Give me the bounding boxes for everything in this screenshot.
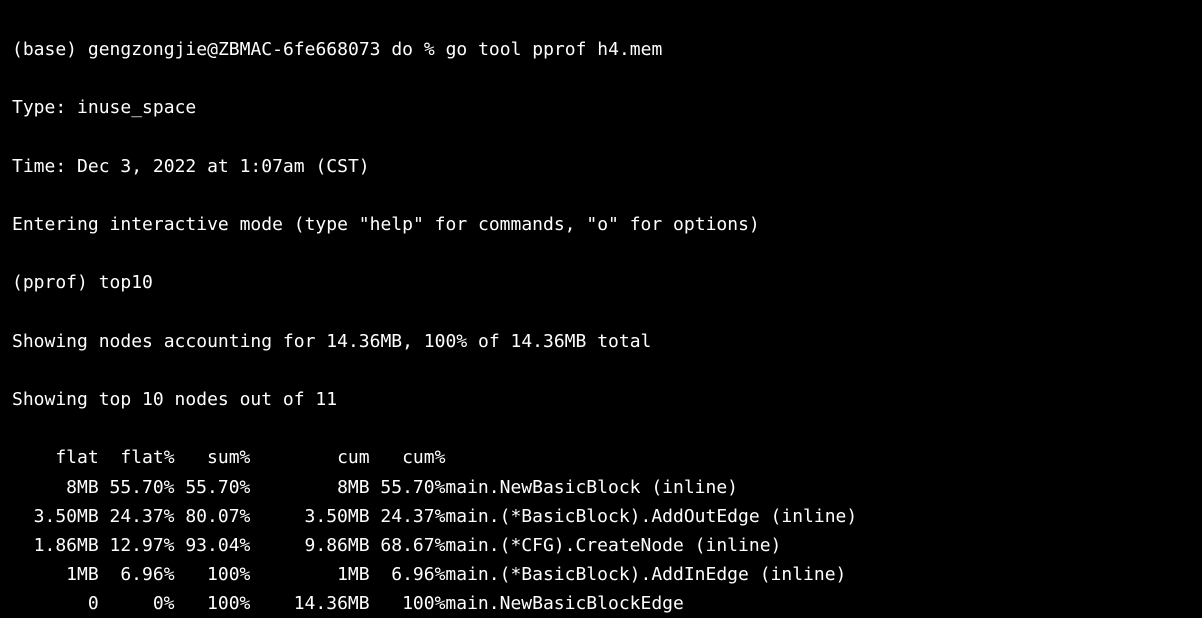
cell-sump: 100% bbox=[175, 560, 251, 589]
cell-cump: 100% bbox=[370, 589, 446, 618]
cell-func: main.NewBasicBlock (inline) bbox=[445, 473, 857, 502]
cell-func: main.NewBasicBlockEdge bbox=[445, 589, 857, 618]
shell-command: go tool pprof h4.mem bbox=[446, 39, 663, 60]
cell-cump: 68.67% bbox=[370, 531, 446, 560]
table-row: 3.50MB24.37%80.07%3.50MB24.37%main.(*Bas… bbox=[12, 502, 857, 531]
prompt-cwd: do bbox=[391, 39, 413, 60]
cell-cum: 9.86MB bbox=[250, 531, 369, 560]
pprof-type-value: inuse_space bbox=[77, 97, 196, 118]
cell-flatp: 55.70% bbox=[99, 473, 175, 502]
cell-sump: 100% bbox=[175, 589, 251, 618]
cell-cum: 14.36MB bbox=[250, 589, 369, 618]
pprof-time-line: Time: Dec 3, 2022 at 1:07am (CST) bbox=[12, 152, 1190, 181]
cell-flat: 1MB bbox=[12, 560, 99, 589]
table-header-row: flat flat% sum% cum cum% bbox=[12, 443, 857, 472]
cell-sump: 80.07% bbox=[175, 502, 251, 531]
shell-prompt-line: (base) gengzongjie@ZBMAC-6fe668073 do % … bbox=[12, 35, 1190, 64]
cell-flatp: 6.96% bbox=[99, 560, 175, 589]
cell-sump: 55.70% bbox=[175, 473, 251, 502]
cell-func: main.(*CFG).CreateNode (inline) bbox=[445, 531, 857, 560]
cell-sump: 93.04% bbox=[175, 531, 251, 560]
cell-cum: 1MB bbox=[250, 560, 369, 589]
cell-flatp: 12.97% bbox=[99, 531, 175, 560]
cell-func: main.(*BasicBlock).AddOutEdge (inline) bbox=[445, 502, 857, 531]
cell-cum: 3.50MB bbox=[250, 502, 369, 531]
table-row: 00%100%14.36MB100%main.NewBasicBlockEdge bbox=[12, 589, 857, 618]
prompt-env: (base) bbox=[12, 39, 77, 60]
pprof-showing-nodes: Showing nodes accounting for 14.36MB, 10… bbox=[12, 327, 1190, 356]
col-cum: cum bbox=[250, 443, 369, 472]
col-cump: cum% bbox=[370, 443, 446, 472]
prompt-symbol: % bbox=[424, 39, 435, 60]
pprof-command: top10 bbox=[99, 272, 153, 293]
table-row: 8MB55.70%55.70%8MB55.70%main.NewBasicBlo… bbox=[12, 473, 857, 502]
col-flatp: flat% bbox=[99, 443, 175, 472]
pprof-prompt: (pprof) bbox=[12, 272, 88, 293]
cell-flat: 1.86MB bbox=[12, 531, 99, 560]
col-flat: flat bbox=[12, 443, 99, 472]
cell-cump: 55.70% bbox=[370, 473, 446, 502]
pprof-prompt-line: (pprof) top10 bbox=[12, 268, 1190, 297]
cell-flat: 0 bbox=[12, 589, 99, 618]
cell-cum: 8MB bbox=[250, 473, 369, 502]
prompt-host: ZBMAC-6fe668073 bbox=[218, 39, 381, 60]
table-row: 1.86MB12.97%93.04%9.86MB68.67%main.(*CFG… bbox=[12, 531, 857, 560]
pprof-type-label: Type: bbox=[12, 97, 66, 118]
pprof-type-line: Type: inuse_space bbox=[12, 93, 1190, 122]
pprof-time-label: Time: bbox=[12, 156, 66, 177]
cell-cump: 24.37% bbox=[370, 502, 446, 531]
pprof-table: flat flat% sum% cum cum% 8MB55.70%55.70%… bbox=[12, 443, 857, 618]
cell-flat: 8MB bbox=[12, 473, 99, 502]
cell-flat: 3.50MB bbox=[12, 502, 99, 531]
col-func bbox=[445, 443, 857, 472]
cell-func: main.(*BasicBlock).AddInEdge (inline) bbox=[445, 560, 857, 589]
terminal[interactable]: (base) gengzongjie@ZBMAC-6fe668073 do % … bbox=[0, 0, 1202, 618]
table-row: 1MB6.96%100%1MB6.96%main.(*BasicBlock).A… bbox=[12, 560, 857, 589]
pprof-time-value: Dec 3, 2022 at 1:07am (CST) bbox=[77, 156, 370, 177]
cell-flatp: 24.37% bbox=[99, 502, 175, 531]
prompt-user: gengzongjie bbox=[88, 39, 207, 60]
pprof-showing-top: Showing top 10 nodes out of 11 bbox=[12, 385, 1190, 414]
pprof-enter-msg: Entering interactive mode (type "help" f… bbox=[12, 210, 1190, 239]
cell-flatp: 0% bbox=[99, 589, 175, 618]
cell-cump: 6.96% bbox=[370, 560, 446, 589]
col-sump: sum% bbox=[175, 443, 251, 472]
